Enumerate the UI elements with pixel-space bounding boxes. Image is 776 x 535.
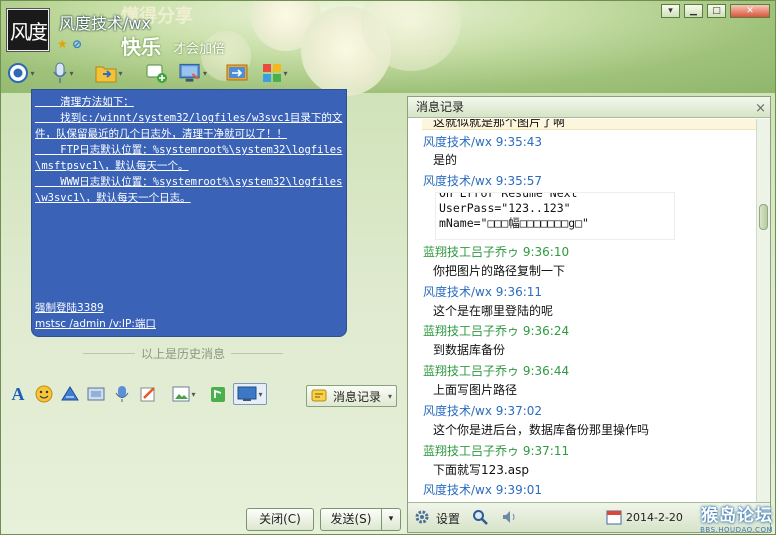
chat-line: 件，队保留最近的几个日志外，清理干净就可以了！！ [35,128,287,140]
gear-icon[interactable] [414,509,430,528]
history-sender: 蓝翔技工吕子乔ゥ 9:36:10 [423,245,570,259]
chat-line: 强制登陆3389 [35,302,104,314]
screenshot-icon[interactable] [85,383,107,405]
message-input[interactable] [5,408,401,504]
chat-line: \w3svc1\，默认每天一个日志。 [35,192,191,204]
chat-line: 找到c:/winnt/system32/logfiles/w3svc1目录下的文 [35,112,343,124]
shake-icon[interactable] [59,383,81,405]
maximize-button[interactable]: □ [707,4,726,18]
top-toolbar: ▾ ▾ ▾ ▾ ▾ [1,59,311,89]
close-window-button[interactable]: ✕ [730,4,770,18]
scrawl-icon[interactable] [137,383,159,405]
history-message-partial: 这就似就是那个图片了啊 [433,119,566,129]
gift-icon[interactable] [207,383,229,405]
space-icon[interactable]: ⊘ [72,37,82,51]
history-sender: 风度技术/wx 9:37:02 [423,404,543,418]
history-sender: 蓝翔技工吕子乔ゥ 9:37:11 [423,444,570,458]
message-record-label: 消息记录 [333,389,382,404]
chat-message-area[interactable]: 清理方法如下： 找到c:/winnt/system32/logfiles/w3s… [31,89,347,337]
menu-button[interactable]: ▾ [661,4,680,18]
contact-name: 风度技术/wx [59,14,151,33]
send-options-dropdown[interactable]: ▾ [381,508,401,531]
message-record-icon [311,389,327,402]
watermark-url: BBS.HOUDAO.COM [700,526,773,534]
settings-label[interactable]: 设置 [436,510,460,527]
code-image[interactable]: On Error Resume Next UserPass="123..123"… [436,193,674,239]
history-sender: 风度技术/wx 9:35:43 [423,135,543,149]
chat-line: 清理方法如下： [35,96,134,108]
history-divider: 以上是历史消息 [83,345,283,362]
scrollbar-thumb[interactable] [759,204,768,230]
chat-line: mstsc /admin /v:IP:端口 [35,318,156,330]
close-button[interactable]: 关闭(C) [246,508,314,531]
slogan-sub: 才会加倍 [173,42,226,57]
share-screen-icon[interactable] [223,59,251,87]
history-message-text: 下面就写123.asp [433,463,529,477]
format-toolbar: A ▾ ▾ [5,383,305,409]
font-icon[interactable]: A [7,383,29,405]
chat-line: \msftpsvc1\，默认每天一个。 [35,160,189,172]
history-message-text: 你把图片的路径复制一下 [433,264,566,278]
history-sender: 风度技术/wx 9:35:57 [423,174,543,188]
history-sender: 风度技术/wx 9:36:11 [423,285,543,299]
history-message-text: 是的 [433,153,458,167]
slogan-main: 快乐 [121,35,161,59]
apps-icon[interactable]: ▾ [261,59,289,87]
image-icon[interactable]: ▾ [167,383,201,405]
history-message-text: 这个你是进后台，数据库备份那里操作吗 [433,423,650,437]
history-sender: 蓝翔技工吕子乔ゥ 9:36:44 [423,364,570,378]
video-icon[interactable]: ▾ [7,59,35,87]
minimize-button[interactable]: ▁ [684,4,703,18]
watermark-main: 猴岛论坛 [701,506,773,526]
code-line: On Error Resume Next [439,193,578,200]
voice-message-icon[interactable] [111,383,133,405]
send-button[interactable]: 发送(S) [320,508,382,531]
calendar-icon[interactable] [606,509,622,528]
search-icon[interactable] [472,509,488,528]
screen-share-icon[interactable]: ▾ [233,383,267,405]
history-list[interactable]: 这就似就是那个图片了啊 风度技术/wx 9:35:43 是的 风度技术/wx 9… [408,119,757,503]
chevron-down-icon[interactable]: ▾ [388,392,392,401]
chat-line: FTP日志默认位置：%systemroot%\system32\logfiles [35,144,343,156]
close-icon[interactable]: × [755,99,766,119]
message-history-panel: 消息记录 × 这就似就是那个图片了啊 风度技术/wx 9:35:43 是的 风度… [407,96,771,533]
history-message-text: 上面写图片路径 [433,383,518,397]
avatar[interactable]: 风度 [7,9,49,51]
message-record-button[interactable]: 消息记录 ▾ [306,385,397,407]
history-scrollbar[interactable] [756,119,770,503]
chat-window: 懂得分享 快乐 才会加倍 风度 风度技术/wx ★ ⊘ ▾ ▁ □ ✕ ▾ ▾ … [0,0,776,535]
code-line: mName="□□□幅□□□□□□□g□" [439,216,589,230]
voice-icon[interactable]: ▾ [49,59,77,87]
emoji-icon[interactable] [33,383,55,405]
star-icon[interactable]: ★ [57,37,68,51]
speaker-icon[interactable] [502,509,518,528]
history-panel-title: 消息记录 [416,100,465,114]
history-sender: 蓝翔技工吕子乔ゥ 9:36:24 [423,324,570,338]
history-date[interactable]: 2014-2-20 [626,511,683,524]
code-line: UserPass="123..123" [439,201,571,215]
history-message-text: 这个是在哪里登陆的呢 [433,304,554,318]
transfer-file-icon[interactable]: ▾ [95,59,123,87]
history-panel-header: 消息记录 × [408,97,770,118]
remote-desktop-icon[interactable]: ▾ [179,59,207,87]
history-message-text: 到数据库备份 [433,343,506,357]
history-sender: 风度技术/wx 9:39:01 [423,483,543,497]
new-chat-icon[interactable] [142,59,170,87]
chat-line: WWW日志默认位置：%systemroot%\system32\logfiles [35,176,343,188]
watermark-logo: 猴岛论坛 BBS.HOUDAO.COM [700,501,773,534]
